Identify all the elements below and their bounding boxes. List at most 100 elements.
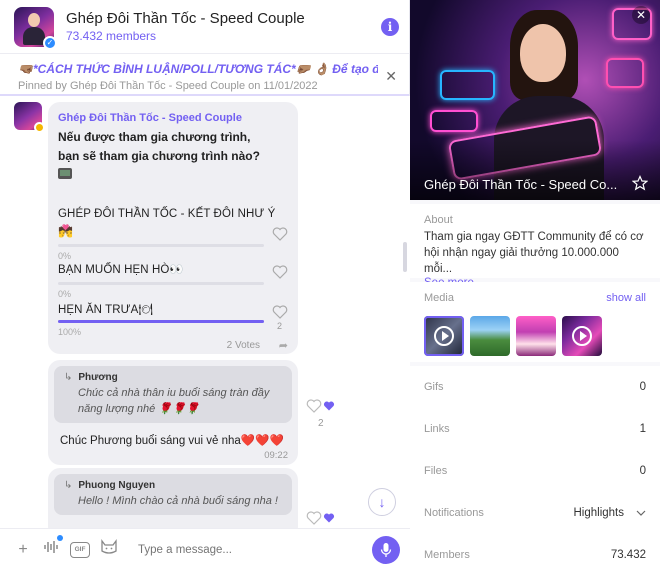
close-icon[interactable]: ✕ bbox=[632, 6, 650, 24]
info-panel: ✕ Ghép Đôi Thần Tốc - Speed Co... About … bbox=[410, 0, 660, 570]
info-icon[interactable]: i bbox=[381, 17, 399, 36]
row-label: Members bbox=[424, 549, 470, 561]
community-avatar[interactable]: ✓ bbox=[14, 6, 57, 50]
badge-icon bbox=[34, 122, 45, 133]
poll-option-fill bbox=[58, 320, 264, 323]
files-row[interactable]: Files 0 bbox=[410, 450, 660, 492]
message-composer: + GIF bbox=[0, 528, 410, 570]
quoted-message[interactable]: ↳ Phuong Nguyen Hello ! Mình chào cả nhà … bbox=[54, 474, 292, 515]
microphone-icon[interactable] bbox=[372, 535, 400, 564]
row-value: Highlights bbox=[573, 507, 625, 519]
media-thumbnail[interactable] bbox=[424, 316, 464, 356]
media-thumbnails bbox=[424, 316, 646, 356]
message-reactions[interactable] bbox=[306, 510, 335, 526]
plus-icon[interactable]: + bbox=[14, 541, 32, 559]
pinned-message-bar[interactable]: 🤜🏽*CÁCH THỨC BÌNH LUẬN/POLL/TƯƠNG TÁC*🤛🏽… bbox=[0, 54, 409, 96]
arrow-down-icon[interactable]: ↓ bbox=[368, 488, 396, 516]
quote-text: Hello ! Mình chào cả nhà buổi sáng nha ! bbox=[78, 495, 278, 507]
verified-badge-icon: ✓ bbox=[43, 35, 57, 50]
share-icon[interactable]: ➦ bbox=[279, 339, 288, 352]
media-thumbnail[interactable] bbox=[516, 316, 556, 356]
message-input[interactable] bbox=[138, 543, 372, 556]
poll-option-label: GHÉP ĐÔI THẦN TỐC - KẾT ĐÔI NHƯ Ý bbox=[58, 208, 276, 220]
play-icon bbox=[572, 326, 592, 346]
quote-author-name: Phuong Nguyen bbox=[78, 480, 156, 491]
about-text: Tham gia ngay GĐTT Community để có cơ hộ… bbox=[424, 231, 644, 275]
heart-filled-icon bbox=[323, 513, 335, 523]
message-list[interactable]: Ghép Đôi Thần Tốc - Speed Couple Nếu đượ… bbox=[0, 96, 410, 528]
poll-option-label: BẠN MUỐN HẸN HÒ👀 bbox=[58, 264, 184, 276]
reaction-count: 2 bbox=[318, 418, 324, 429]
poll-option-bar bbox=[58, 282, 264, 285]
heart-outline-icon[interactable] bbox=[272, 226, 288, 242]
audio-wave-icon[interactable] bbox=[42, 535, 63, 560]
message-reactions[interactable] bbox=[306, 398, 335, 414]
heart-outline-icon[interactable] bbox=[306, 510, 322, 526]
pinned-message-meta: Pinned by Ghép Đôi Thần Tốc - Speed Coup… bbox=[18, 80, 318, 92]
tv-icon bbox=[58, 168, 72, 179]
poll-option-percent: 100% bbox=[58, 327, 82, 337]
star-icon[interactable] bbox=[631, 175, 649, 196]
quote-author: ↳ Phương bbox=[64, 372, 282, 383]
heart-outline-icon[interactable] bbox=[272, 264, 288, 280]
poll-option-bar bbox=[58, 320, 264, 323]
poll-option[interactable]: BẠN MUỐN HẸN HÒ👀 0% bbox=[58, 262, 288, 299]
row-value: 0 bbox=[639, 381, 646, 393]
poll-total-votes[interactable]: 2 Votes bbox=[227, 340, 260, 351]
community-name: Ghép Đôi Thần Tốc - Speed Co... bbox=[424, 177, 618, 192]
sender-avatar[interactable] bbox=[14, 102, 45, 133]
about-label: About bbox=[424, 214, 453, 226]
poll-question-line: Nếu được tham gia chương trình, bbox=[58, 130, 251, 144]
heart-outline-icon[interactable] bbox=[272, 304, 288, 320]
poll-option-bar bbox=[58, 244, 264, 247]
heart-outline-icon[interactable] bbox=[306, 398, 322, 414]
gif-icon[interactable]: GIF bbox=[70, 541, 90, 558]
about-section: About Tham gia ngay GĐTT Community để có… bbox=[410, 204, 660, 289]
row-value: 1 bbox=[639, 423, 646, 435]
row-label: Notifications bbox=[424, 507, 484, 519]
chat-header: ✓ Ghép Đôi Thần Tốc - Speed Couple 73.43… bbox=[0, 0, 409, 54]
reply-message[interactable]: ↳ Phuong Nguyen Hello ! Mình chào cả nhà … bbox=[48, 468, 298, 528]
poll-option[interactable]: HẸN ĂN TRƯA🍽 100% 2 bbox=[58, 302, 288, 337]
members-row[interactable]: Members 73.432 bbox=[410, 534, 660, 570]
poll-option-percent: 0% bbox=[58, 289, 72, 299]
row-label: Gifs bbox=[424, 381, 444, 393]
links-row[interactable]: Links 1 bbox=[410, 408, 660, 450]
message-author[interactable]: Ghép Đôi Thần Tốc - Speed Couple bbox=[58, 112, 288, 124]
notifications-row[interactable]: Notifications Highlights bbox=[410, 492, 660, 534]
poll-question: Nếu được tham gia chương trình, bạn sẽ t… bbox=[58, 128, 288, 185]
reply-arrow-icon: ↳ bbox=[64, 480, 73, 491]
close-icon[interactable]: ✕ bbox=[385, 68, 397, 85]
option-vote-count: 2 bbox=[276, 321, 282, 331]
poll-option[interactable]: GHÉP ĐÔI THẦN TỐC - KẾT ĐÔI NHƯ Ý 💏 0% bbox=[58, 208, 288, 261]
community-cover-image: ✕ Ghép Đôi Thần Tốc - Speed Co... bbox=[410, 0, 660, 200]
poll-option-label: HẸN ĂN TRƯA🍽 bbox=[58, 304, 154, 316]
poll-option-percent: 0% bbox=[58, 251, 72, 261]
media-thumbnail[interactable] bbox=[562, 316, 602, 356]
row-label: Links bbox=[424, 423, 450, 435]
quoted-message[interactable]: ↳ Phương Chúc cả nhà thân iu buổi sáng tr… bbox=[54, 366, 292, 423]
reply-arrow-icon: ↳ bbox=[64, 372, 73, 383]
chevron-down-icon bbox=[636, 510, 646, 516]
reply-message[interactable]: ↳ Phương Chúc cả nhà thân iu buổi sáng tr… bbox=[48, 360, 298, 465]
show-all-link[interactable]: show all bbox=[606, 292, 646, 304]
pinned-message-text: 🤜🏽*CÁCH THỨC BÌNH LUẬN/POLL/TƯƠNG TÁC*🤛🏽… bbox=[18, 62, 378, 76]
sticker-cat-icon[interactable] bbox=[100, 539, 118, 560]
play-icon bbox=[434, 326, 454, 346]
media-thumbnail[interactable] bbox=[470, 316, 510, 356]
scrollbar-thumb[interactable] bbox=[403, 242, 407, 272]
message-time: 09:22 bbox=[264, 450, 288, 461]
gifs-row[interactable]: Gifs 0 bbox=[410, 366, 660, 408]
member-count: 73.432 members bbox=[66, 29, 157, 43]
row-value: 73.432 bbox=[610, 549, 646, 561]
chat-header-text[interactable]: Ghép Đôi Thần Tốc - Speed Couple 73.432 … bbox=[66, 10, 381, 43]
chat-title: Ghép Đôi Thần Tốc - Speed Couple bbox=[66, 10, 305, 27]
notifications-select[interactable]: Highlights bbox=[574, 507, 647, 519]
quote-text: Chúc cả nhà thân iu buổi sáng tràn đầy n… bbox=[78, 387, 270, 415]
quote-author-name: Phương bbox=[78, 372, 118, 383]
poll-message: Ghép Đôi Thần Tốc - Speed Couple Nếu đượ… bbox=[48, 102, 298, 354]
poll-question-line: bạn sẽ tham gia chương trình nào? bbox=[58, 149, 260, 163]
row-label: Files bbox=[424, 465, 448, 477]
chat-pane: ✓ Ghép Đôi Thần Tốc - Speed Couple 73.43… bbox=[0, 0, 410, 570]
row-value: 0 bbox=[639, 465, 646, 477]
